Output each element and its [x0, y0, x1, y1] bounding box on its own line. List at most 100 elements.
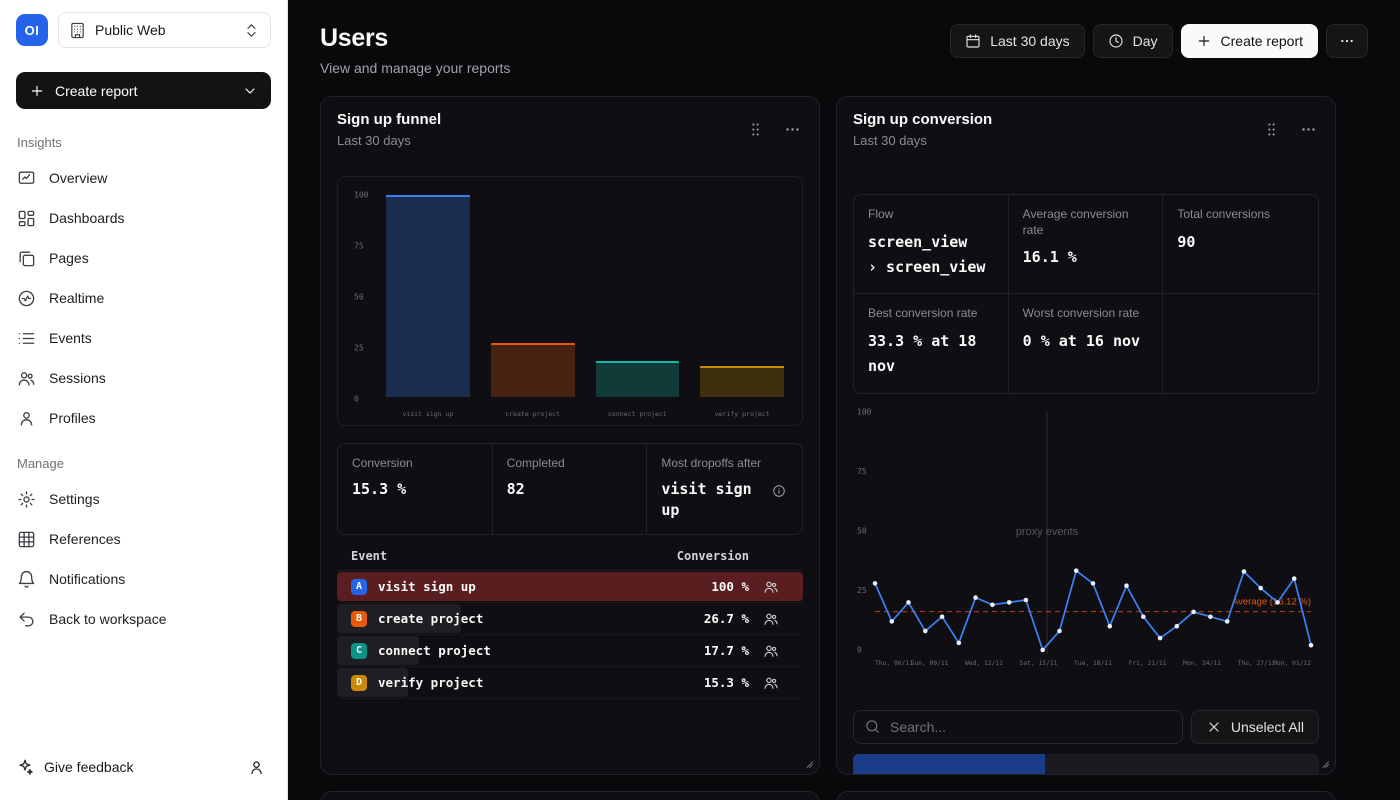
ellipsis-icon — [1339, 33, 1355, 49]
conversion-stats-grid: Flowscreen_view› screen_viewAverage conv… — [853, 194, 1319, 394]
sidebar-item-events[interactable]: Events — [0, 318, 287, 358]
workspace-selector[interactable]: Public Web — [58, 12, 271, 48]
event-conversion: 26.7 % — [704, 611, 749, 626]
card-title: Sign up conversion — [853, 111, 992, 128]
users-icon[interactable] — [763, 579, 779, 595]
plus-icon — [29, 83, 45, 99]
drag-handle-icon[interactable] — [747, 121, 764, 138]
sidebar-item-notifications[interactable]: Notifications — [0, 559, 287, 599]
sidebar-item-profiles[interactable]: Profiles — [0, 398, 287, 438]
funnel-event-table: Event Conversion Avisit sign up100 %Bcre… — [337, 541, 803, 699]
event-conversion: 17.7 % — [704, 643, 749, 658]
svg-text:100: 100 — [857, 408, 872, 417]
more-options-button[interactable] — [1326, 24, 1368, 58]
info-icon[interactable] — [772, 484, 786, 498]
event-badge: C — [351, 643, 367, 659]
clock-icon — [1108, 33, 1124, 49]
event-row-connect-project[interactable]: Cconnect project17.7 % — [337, 635, 803, 667]
y-axis-label: 100 — [354, 191, 368, 200]
card-title: Sign up funnel — [337, 111, 441, 128]
sidebar-item-back-to-workspace[interactable]: Back to workspace — [0, 599, 287, 639]
create-report-header-button[interactable]: Create report — [1181, 24, 1318, 58]
pages-icon — [17, 249, 36, 268]
svg-text:Thu, 06/11: Thu, 06/11 — [875, 660, 913, 667]
drag-handle-icon[interactable] — [1263, 121, 1280, 138]
card-menu-icon[interactable] — [784, 121, 801, 138]
create-report-header-label: Create report — [1221, 33, 1303, 49]
unselect-all-button[interactable]: Unselect All — [1191, 710, 1319, 744]
x-axis-label: visit sign up — [386, 410, 470, 418]
sidebar-item-pages[interactable]: Pages — [0, 238, 287, 278]
building-icon — [69, 22, 86, 39]
user-menu-button[interactable] — [241, 752, 271, 782]
stat-label: Most dropoffs after — [661, 456, 788, 472]
give-feedback-label: Give feedback — [44, 759, 134, 775]
svg-text:proxy events: proxy events — [1016, 526, 1079, 538]
series-filter-row: Unselect All — [853, 710, 1319, 744]
stat-label: Best conversion rate — [868, 306, 994, 322]
users-icon[interactable] — [763, 675, 779, 691]
stat-value: 82 — [507, 479, 633, 501]
event-badge: B — [351, 611, 367, 627]
funnel-bar-verify-project[interactable] — [700, 366, 784, 397]
search-input[interactable] — [853, 710, 1183, 744]
sidebar-item-dashboards[interactable]: Dashboards — [0, 198, 287, 238]
sidebar-item-realtime[interactable]: Realtime — [0, 278, 287, 318]
sidebar-item-label: References — [49, 531, 121, 547]
give-feedback-button[interactable]: Give feedback — [16, 758, 134, 776]
resize-handle-icon[interactable] — [1318, 757, 1330, 769]
svg-text:25: 25 — [857, 586, 867, 595]
stat-conversion: Conversion15.3 % — [338, 444, 493, 534]
sidebar-item-settings[interactable]: Settings — [0, 479, 287, 519]
stat-label: Completed — [507, 456, 633, 472]
svg-text:Tue, 18/11: Tue, 18/11 — [1074, 660, 1112, 667]
interval-button[interactable]: Day — [1093, 24, 1173, 58]
sidebar-item-label: Settings — [49, 491, 100, 507]
bell-icon — [17, 570, 36, 589]
funnel-bar-visit-sign-up[interactable] — [386, 195, 470, 397]
sidebar-item-sessions[interactable]: Sessions — [0, 358, 287, 398]
sidebar-item-overview[interactable]: Overview — [0, 158, 287, 198]
funnel-stats: Conversion15.3 % Completed 82 Most dropoffs… — [337, 443, 803, 535]
users-icon[interactable] — [763, 643, 779, 659]
conversion-line-chart: 0255075100proxy eventsAverage (16.12 %)T… — [853, 408, 1319, 670]
funnel-bar-connect-project[interactable] — [596, 361, 680, 397]
svg-text:75: 75 — [857, 467, 867, 476]
y-axis-label: 50 — [354, 293, 364, 302]
stat-flow: Flowscreen_view› screen_view — [854, 195, 1009, 294]
stat-value: 90 — [1177, 230, 1304, 256]
workspace-row: OI Public Web — [16, 12, 271, 48]
event-row-verify-project[interactable]: Dverify project15.3 % — [337, 667, 803, 699]
nav-section-manage: Manage — [0, 438, 287, 479]
nav-section-insights: Insights — [0, 117, 287, 158]
y-axis-label: 75 — [354, 242, 364, 251]
stat-most-dropoffs-after: Most dropoffs aftervisit sign up — [647, 444, 802, 534]
stat-label: Conversion — [352, 456, 478, 472]
report-card-stub — [320, 791, 820, 800]
users-icon[interactable] — [763, 611, 779, 627]
card-menu-icon[interactable] — [1300, 121, 1317, 138]
stat-value: 0 % at 16 nov — [1023, 329, 1149, 355]
search-icon — [864, 718, 881, 735]
settings-icon — [17, 490, 36, 509]
sidebar-item-references[interactable]: References — [0, 519, 287, 559]
event-row-visit-sign-up[interactable]: Avisit sign up100 % — [337, 571, 803, 603]
chevrons-up-down-icon — [243, 22, 260, 39]
resize-handle-icon[interactable] — [802, 757, 814, 769]
event-conversion: 100 % — [711, 579, 749, 594]
app-logo-text: OI — [25, 23, 40, 38]
references-icon — [17, 530, 36, 549]
date-range-button[interactable]: Last 30 days — [950, 24, 1084, 58]
stat-value: 33.3 % at 18 nov — [868, 329, 994, 380]
event-row-create-project[interactable]: Bcreate project26.7 % — [337, 603, 803, 635]
stat-average-conversion-rate: Average conversion rate16.1 % — [1009, 195, 1164, 294]
profiles-icon — [17, 409, 36, 428]
svg-text:Sat, 15/11: Sat, 15/11 — [1020, 660, 1058, 667]
y-axis-label: 25 — [354, 344, 364, 353]
svg-text:0: 0 — [857, 646, 862, 655]
create-report-button[interactable]: Create report — [16, 72, 271, 109]
funnel-bar-create-project[interactable] — [491, 343, 575, 397]
sidebar-nav: InsightsOverviewDashboardsPagesRealtimeE… — [0, 117, 287, 639]
svg-text:50: 50 — [857, 527, 867, 536]
svg-text:Wed, 12/11: Wed, 12/11 — [965, 660, 1003, 667]
